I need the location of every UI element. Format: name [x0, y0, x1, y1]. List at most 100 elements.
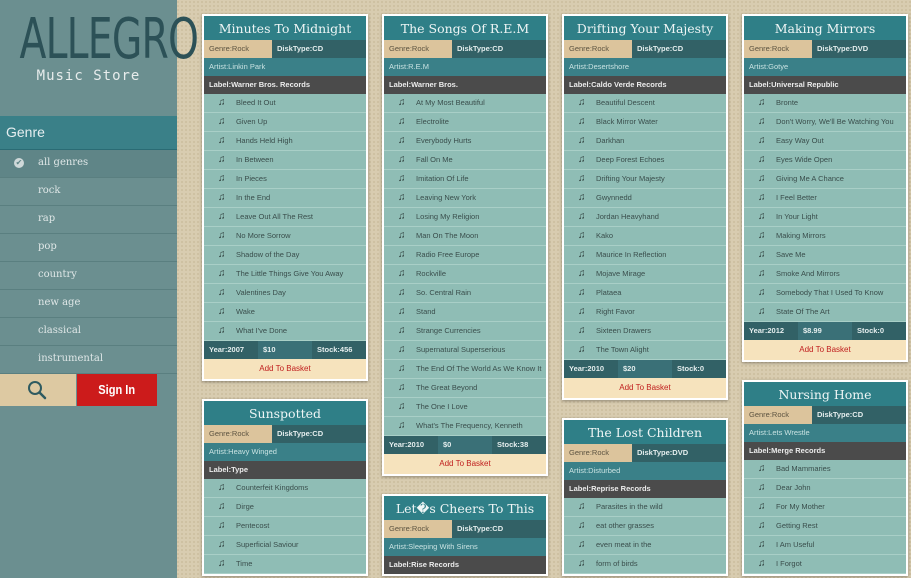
- track-row[interactable]: ♫ Smoke And Mirrors: [744, 265, 906, 284]
- track-title: The Town Alight: [596, 345, 649, 354]
- track-row[interactable]: ♫ Easy Way Out: [744, 132, 906, 151]
- track-row[interactable]: ♫ The Great Beyond: [384, 379, 546, 398]
- genre-item[interactable]: ✔ all genres: [0, 150, 177, 178]
- genre-item[interactable]: classical: [0, 318, 177, 346]
- track-row[interactable]: ♫ Mojave Mirage: [564, 265, 726, 284]
- add-to-basket-button[interactable]: Add To Basket: [564, 378, 726, 398]
- genre-item[interactable]: rock: [0, 178, 177, 206]
- track-title: What I've Done: [236, 326, 288, 335]
- genre-item[interactable]: new age: [0, 290, 177, 318]
- track-row[interactable]: ♫ Right Favor: [564, 303, 726, 322]
- track-row[interactable]: ♫ For My Mother: [744, 498, 906, 517]
- track-row[interactable]: ♫ Losing My Religion: [384, 208, 546, 227]
- track-row[interactable]: ♫ Man On The Moon: [384, 227, 546, 246]
- track-row[interactable]: ♫ Pentecost: [204, 517, 366, 536]
- track-row[interactable]: ♫ Deep Forest Echoes: [564, 151, 726, 170]
- track-row[interactable]: ♫ Dear John: [744, 479, 906, 498]
- track-row[interactable]: ♫ Don't Worry, We'll Be Watching You: [744, 113, 906, 132]
- genre-list: ✔ all genres rock rap pop country new age class…: [0, 150, 177, 374]
- track-row[interactable]: ♫ In Your Light: [744, 208, 906, 227]
- search-button[interactable]: [0, 374, 76, 406]
- track-row[interactable]: ♫ State Of The Art: [744, 303, 906, 322]
- genre-item[interactable]: instrumental: [0, 346, 177, 374]
- track-title: In Pieces: [236, 174, 267, 183]
- track-row[interactable]: ♫ Eyes Wide Open: [744, 151, 906, 170]
- track-row[interactable]: ♫ Given Up: [204, 113, 366, 132]
- track-row[interactable]: ♫ form of birds: [564, 555, 726, 574]
- track-row[interactable]: ♫ Darkhan: [564, 132, 726, 151]
- genre-item[interactable]: rap: [0, 206, 177, 234]
- genre-item[interactable]: country: [0, 262, 177, 290]
- track-row[interactable]: ♫ Stand: [384, 303, 546, 322]
- track-row[interactable]: ♫ What's The Frequency, Kenneth: [384, 417, 546, 436]
- track-row[interactable]: ♫ Sixteen Drawers: [564, 322, 726, 341]
- music-note-icon: ♫: [578, 501, 586, 512]
- track-row[interactable]: ♫ In the End: [204, 189, 366, 208]
- track-row[interactable]: ♫ Bad Mammaries: [744, 460, 906, 479]
- track-row[interactable]: ♫ Getting Rest: [744, 517, 906, 536]
- track-row[interactable]: ♫ Shadow of the Day: [204, 246, 366, 265]
- track-row[interactable]: ♫ In Between: [204, 151, 366, 170]
- genre-label: instrumental: [38, 353, 104, 364]
- track-row[interactable]: ♫ Black Mirror Water: [564, 113, 726, 132]
- album-disk-type: DiskType:CD: [272, 40, 366, 58]
- track-row[interactable]: ♫ Fall On Me: [384, 151, 546, 170]
- track-row[interactable]: ♫ No More Sorrow: [204, 227, 366, 246]
- album-artist: Artist:R.E.M: [384, 58, 546, 76]
- track-row[interactable]: ♫ I Feel Better: [744, 189, 906, 208]
- track-row[interactable]: ♫ Counterfeit Kingdoms: [204, 479, 366, 498]
- track-row[interactable]: ♫ Superficial Saviour: [204, 536, 366, 555]
- track-row[interactable]: ♫ Imitation Of Life: [384, 170, 546, 189]
- track-row[interactable]: ♫ Bleed It Out: [204, 94, 366, 113]
- track-row[interactable]: ♫ Radio Free Europe: [384, 246, 546, 265]
- track-row[interactable]: ♫ Leaving New York: [384, 189, 546, 208]
- track-row[interactable]: ♫ Jordan Heavyhand: [564, 208, 726, 227]
- add-to-basket-button[interactable]: Add To Basket: [744, 340, 906, 360]
- add-to-basket-button[interactable]: Add To Basket: [384, 454, 546, 474]
- track-row[interactable]: ♫ Save Me: [744, 246, 906, 265]
- track-row[interactable]: ♫ Bronte: [744, 94, 906, 113]
- track-row[interactable]: ♫ So. Central Rain: [384, 284, 546, 303]
- track-row[interactable]: ♫ Giving Me A Chance: [744, 170, 906, 189]
- album-label: Label:Caldo Verde Records: [564, 76, 726, 94]
- sign-in-button[interactable]: Sign In: [77, 374, 157, 406]
- track-row[interactable]: ♫ Drifting Your Majesty: [564, 170, 726, 189]
- album-price: $10: [258, 341, 312, 359]
- track-row[interactable]: ♫ The End Of The World As We Know It: [384, 360, 546, 379]
- track-row[interactable]: ♫ Strange Currencies: [384, 322, 546, 341]
- track-row[interactable]: ♫ Dirge: [204, 498, 366, 517]
- track-row[interactable]: ♫ The Town Alight: [564, 341, 726, 360]
- music-note-icon: ♫: [578, 211, 586, 222]
- track-row[interactable]: ♫ Electrolite: [384, 113, 546, 132]
- track-row[interactable]: ♫ Wake: [204, 303, 366, 322]
- track-row[interactable]: ♫ Somebody That I Used To Know: [744, 284, 906, 303]
- track-row[interactable]: ♫ Rockville: [384, 265, 546, 284]
- track-row[interactable]: ♫ Leave Out All The Rest: [204, 208, 366, 227]
- track-row[interactable]: ♫ In Pieces: [204, 170, 366, 189]
- track-row[interactable]: ♫ At My Most Beautiful: [384, 94, 546, 113]
- track-row[interactable]: ♫ Parasites in the wild: [564, 498, 726, 517]
- track-row[interactable]: ♫ Making Mirrors: [744, 227, 906, 246]
- genre-item[interactable]: pop: [0, 234, 177, 262]
- track-row[interactable]: ♫ Supernatural Superserious: [384, 341, 546, 360]
- album-label: Label:Merge Records: [744, 442, 906, 460]
- track-row[interactable]: ♫ Kako: [564, 227, 726, 246]
- track-row[interactable]: ♫ The Little Things Give You Away: [204, 265, 366, 284]
- track-row[interactable]: ♫ Everybody Hurts: [384, 132, 546, 151]
- track-row[interactable]: ♫ Valentines Day: [204, 284, 366, 303]
- track-row[interactable]: ♫ Maurice In Reflection: [564, 246, 726, 265]
- track-row[interactable]: ♫ eat other grasses: [564, 517, 726, 536]
- track-row[interactable]: ♫ Plataea: [564, 284, 726, 303]
- track-row[interactable]: ♫ Beautiful Descent: [564, 94, 726, 113]
- track-row[interactable]: ♫ Gwynnedd: [564, 189, 726, 208]
- album-genre: Genre:Rock: [384, 520, 452, 538]
- track-row[interactable]: ♫ I Forgot: [744, 555, 906, 574]
- track-title: Shadow of the Day: [236, 250, 300, 259]
- add-to-basket-button[interactable]: Add To Basket: [204, 359, 366, 379]
- track-row[interactable]: ♫ Time: [204, 555, 366, 574]
- track-row[interactable]: ♫ What I've Done: [204, 322, 366, 341]
- track-row[interactable]: ♫ I Am Useful: [744, 536, 906, 555]
- track-row[interactable]: ♫ Hands Held High: [204, 132, 366, 151]
- track-row[interactable]: ♫ The One I Love: [384, 398, 546, 417]
- track-row[interactable]: ♫ even meat in the: [564, 536, 726, 555]
